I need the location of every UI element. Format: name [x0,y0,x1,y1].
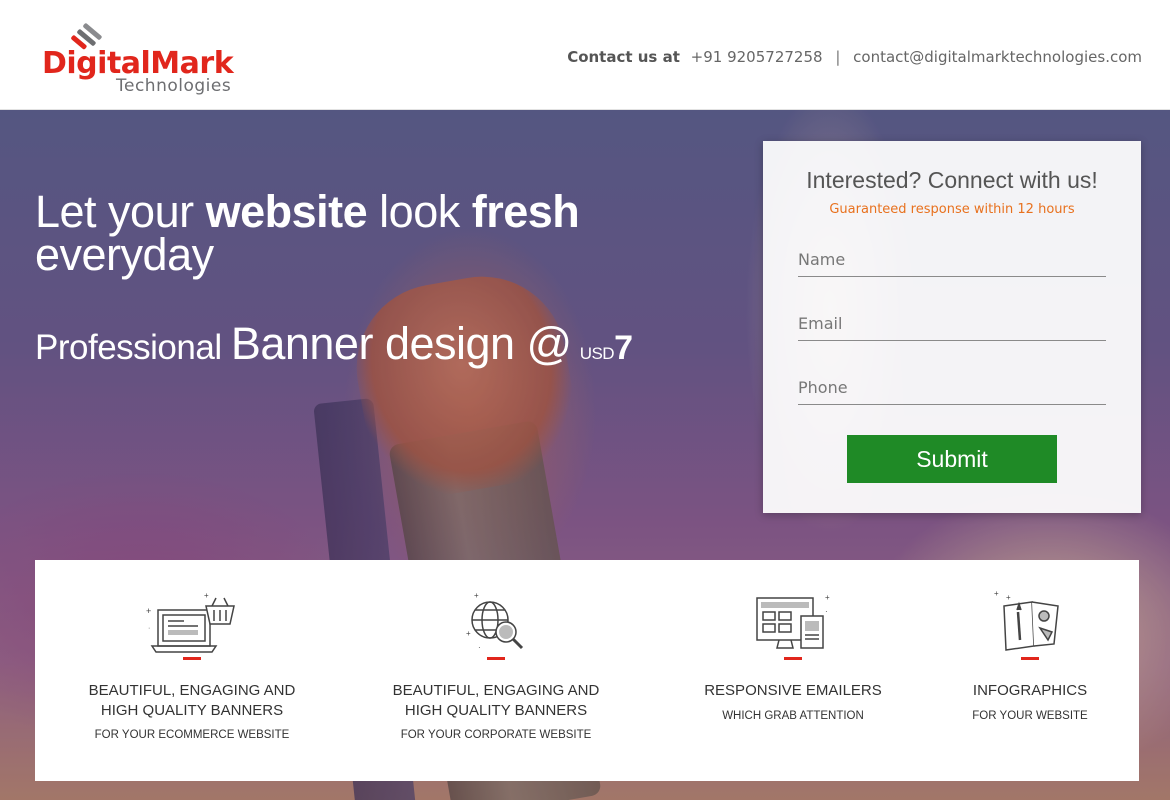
contact-info: Contact us at +91 9205727258 | contact@d… [567,48,1142,66]
form-title: Interested? Connect with us! [806,167,1098,193]
phone-input[interactable] [798,375,1106,405]
contact-label: Contact us at [567,48,680,66]
laptop-shopping-basket-icon: + · + [146,591,235,653]
contact-phone[interactable]: +91 9205727258 [691,48,823,66]
devices-email-icon: + · [756,593,830,649]
email-input[interactable] [798,311,1106,341]
contact-form: Interested? Connect with us! Guaranteed … [763,141,1141,513]
feature-subtitle: FOR YOUR WEBSITE [972,710,1088,722]
feature-accent-bar [1021,657,1039,660]
feature-subtitle: WHICH GRAB ATTENTION [722,710,864,722]
svg-text:·: · [478,643,481,652]
svg-text:+: + [994,589,999,598]
svg-text:+: + [204,591,209,600]
feature-accent-bar [183,657,201,660]
feature-subtitle: FOR YOUR CORPORATE WEBSITE [400,729,592,741]
globe-magnifier-icon: + + · [466,591,524,652]
submit-button[interactable]: Submit [847,435,1057,483]
feature-accent-bar [487,657,505,660]
hero-headline: Let your website look fresh everyday [35,186,580,280]
contact-separator: | [835,48,841,66]
feature-title: RESPONSIVE EMAILERS [704,682,882,699]
svg-text:+: + [474,591,479,600]
feature-title: BEAUTIFUL, ENGAGING AND HIGH QUALITY BANN… [392,682,600,719]
form-subtitle: Guaranteed response within 12 hours [829,202,1075,217]
hero-banner: Let your website look fresh everyday Prof… [0,110,1170,800]
feature-title: INFOGRAPHICS [972,682,1088,699]
svg-text:·: · [825,607,828,616]
features-panel: + · + BEAUTIFUL, ENGAGING AND HIGH QUALIT… [35,560,1139,781]
svg-text:+: + [146,606,151,616]
feature-title: BEAUTIFUL, ENGAGING AND HIGH QUALITY BANN… [88,682,296,719]
svg-text:·: · [148,625,150,632]
contact-email[interactable]: contact@digitalmarktechnologies.com [853,48,1142,66]
svg-text:+: + [1006,593,1011,602]
logo-subtitle: Technologies [116,76,232,96]
offer-currency: USD [579,344,615,363]
hero-offer: Professional Banner design @ USD7 [35,318,633,369]
svg-text:+: + [825,593,830,602]
feature-accent-bar [784,657,802,660]
feature-subtitle: FOR YOUR ECOMMERCE WEBSITE [94,729,290,741]
infographic-sheets-icon: + + [994,589,1059,651]
name-input[interactable] [798,247,1106,277]
site-header: DigitalMark Technologies Contact us at +… [0,0,1170,110]
logo[interactable]: DigitalMark Technologies [42,22,252,98]
offer-amount: 7 [614,329,633,367]
svg-text:+: + [466,629,471,638]
